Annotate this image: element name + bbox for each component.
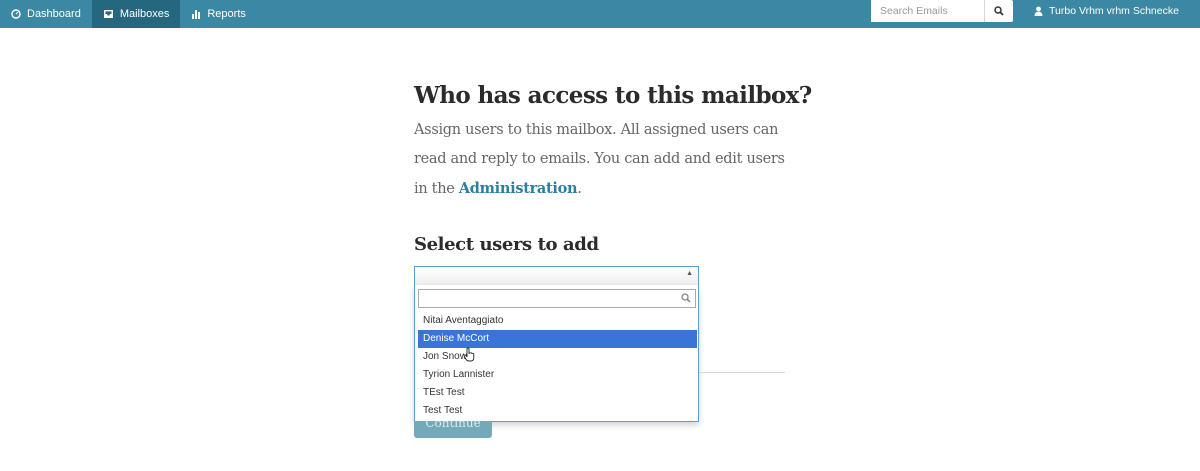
search-box [871, 0, 1013, 22]
user-name: Turbo Vrhm vrhm Schnecke [1049, 5, 1179, 17]
user-options-list: Nitai Aventaggiato Denise McCort Jon Sno… [418, 312, 697, 420]
search-icon [994, 6, 1004, 16]
user-option-nitai-aventaggiato[interactable]: Nitai Aventaggiato [418, 312, 697, 330]
top-navigation-bar: Dashboard Mailboxes Reports Turbo Vrhm v… [0, 0, 1200, 28]
user-option-test-test-1[interactable]: TEst Test [418, 384, 697, 402]
dropdown-search-input[interactable] [418, 289, 696, 308]
users-select[interactable]: ▲ [414, 266, 699, 285]
user-option-tyrion-lannister[interactable]: Tyrion Lannister [418, 366, 697, 384]
nav-reports[interactable]: Reports [180, 0, 257, 28]
nav-mailboxes-label: Mailboxes [119, 8, 170, 20]
nav-dashboard-label: Dashboard [27, 8, 81, 20]
dashboard-icon [11, 9, 21, 19]
continue-button[interactable]: Continue [414, 421, 492, 438]
nav-mailboxes[interactable]: Mailboxes [91, 0, 181, 28]
user-option-jon-snow[interactable]: Jon Snow [418, 348, 697, 366]
page-description: Assign users to this mailbox. All assign… [414, 116, 786, 204]
administration-link[interactable]: Administration [459, 180, 578, 197]
search-button[interactable] [985, 0, 1013, 22]
caret-up-icon: ▲ [686, 270, 693, 277]
search-icon [681, 293, 691, 303]
user-option-test-test-2[interactable]: Test Test [418, 402, 697, 420]
user-option-denise-mccort[interactable]: Denise McCort [418, 330, 697, 348]
select-users-heading: Select users to add [414, 234, 599, 255]
nav-dashboard[interactable]: Dashboard [0, 0, 92, 28]
search-input[interactable] [871, 0, 985, 22]
continue-button-label: Continue [425, 421, 481, 430]
user-icon [1034, 6, 1043, 16]
users-dropdown: Nitai Aventaggiato Denise McCort Jon Sno… [414, 285, 699, 422]
bar-chart-icon [192, 10, 201, 19]
description-end: . [577, 181, 582, 197]
divider [699, 372, 785, 373]
nav-reports-label: Reports [207, 8, 246, 20]
hand-cursor-icon [463, 347, 475, 362]
inbox-icon [103, 10, 113, 18]
user-menu[interactable]: Turbo Vrhm vrhm Schnecke [1034, 0, 1179, 22]
page-title: Who has access to this mailbox? [414, 82, 812, 109]
